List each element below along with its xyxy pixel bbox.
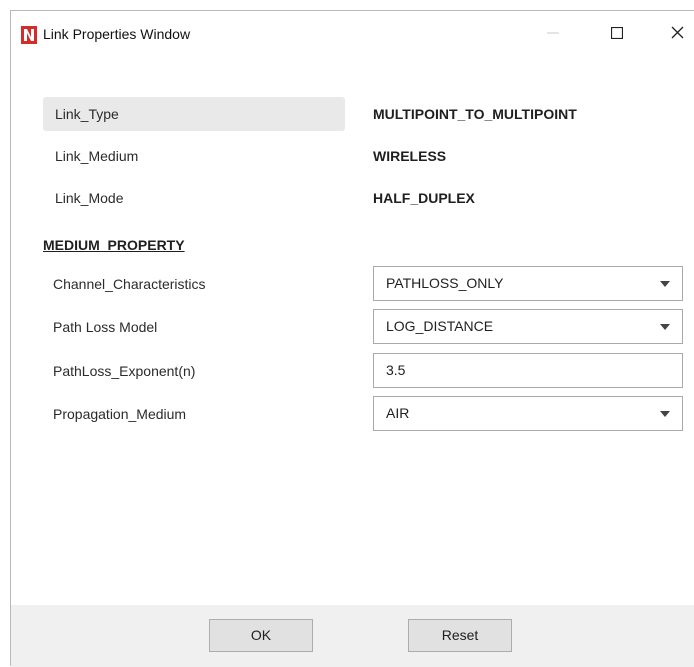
dropdown-value: PATHLOSS_ONLY — [386, 275, 504, 291]
property-label: Link_Type — [55, 106, 119, 122]
dropdown-value: LOG_DISTANCE — [386, 318, 494, 334]
property-row-link-type[interactable]: Link_Type — [43, 97, 345, 131]
propagation-medium-dropdown[interactable]: AIR — [373, 396, 683, 431]
field-label-path-loss-model: Path Loss Model — [53, 319, 158, 335]
field-label-pathloss-exponent: PathLoss_Exponent(n) — [53, 363, 196, 379]
link-properties-window: Link Properties Window Link_Type MULTIPO… — [10, 10, 694, 667]
title-bar[interactable]: Link Properties Window — [11, 11, 694, 57]
property-value-link-type: MULTIPOINT_TO_MULTIPOINT — [373, 106, 577, 122]
property-value-link-mode: HALF_DUPLEX — [373, 190, 475, 206]
dropdown-value: AIR — [386, 405, 410, 421]
chevron-down-icon[interactable] — [660, 281, 670, 287]
property-label: Link_Medium — [55, 148, 139, 164]
channel-characteristics-dropdown[interactable]: PATHLOSS_ONLY — [373, 266, 683, 301]
field-label-propagation-medium: Propagation_Medium — [53, 406, 187, 422]
ok-button[interactable]: OK — [209, 619, 313, 652]
property-row-link-mode[interactable]: Link_Mode — [43, 181, 345, 215]
reset-button[interactable]: Reset — [408, 619, 512, 652]
chevron-down-icon[interactable] — [660, 324, 670, 330]
dialog-footer: OK Reset — [11, 605, 694, 667]
maximize-icon — [610, 26, 624, 44]
property-row-link-medium[interactable]: Link_Medium — [43, 139, 345, 173]
pathloss-exponent-input[interactable]: 3.5 — [373, 353, 683, 388]
minimize-button[interactable] — [533, 19, 573, 51]
field-label-channel-characteristics: Channel_Characteristics — [53, 276, 206, 292]
minimize-icon — [547, 26, 559, 44]
input-value: 3.5 — [386, 362, 406, 378]
section-title-medium-property: MEDIUM_PROPERTY — [43, 237, 185, 253]
property-value-link-medium: WIRELESS — [373, 148, 447, 164]
maximize-button[interactable] — [597, 19, 637, 51]
window-title: Link Properties Window — [43, 26, 191, 42]
chevron-down-icon[interactable] — [660, 411, 670, 417]
property-label: Link_Mode — [55, 190, 124, 206]
netsim-logo-icon — [21, 26, 37, 44]
path-loss-model-dropdown[interactable]: LOG_DISTANCE — [373, 309, 683, 344]
close-button[interactable] — [657, 19, 694, 51]
close-icon — [671, 26, 684, 44]
